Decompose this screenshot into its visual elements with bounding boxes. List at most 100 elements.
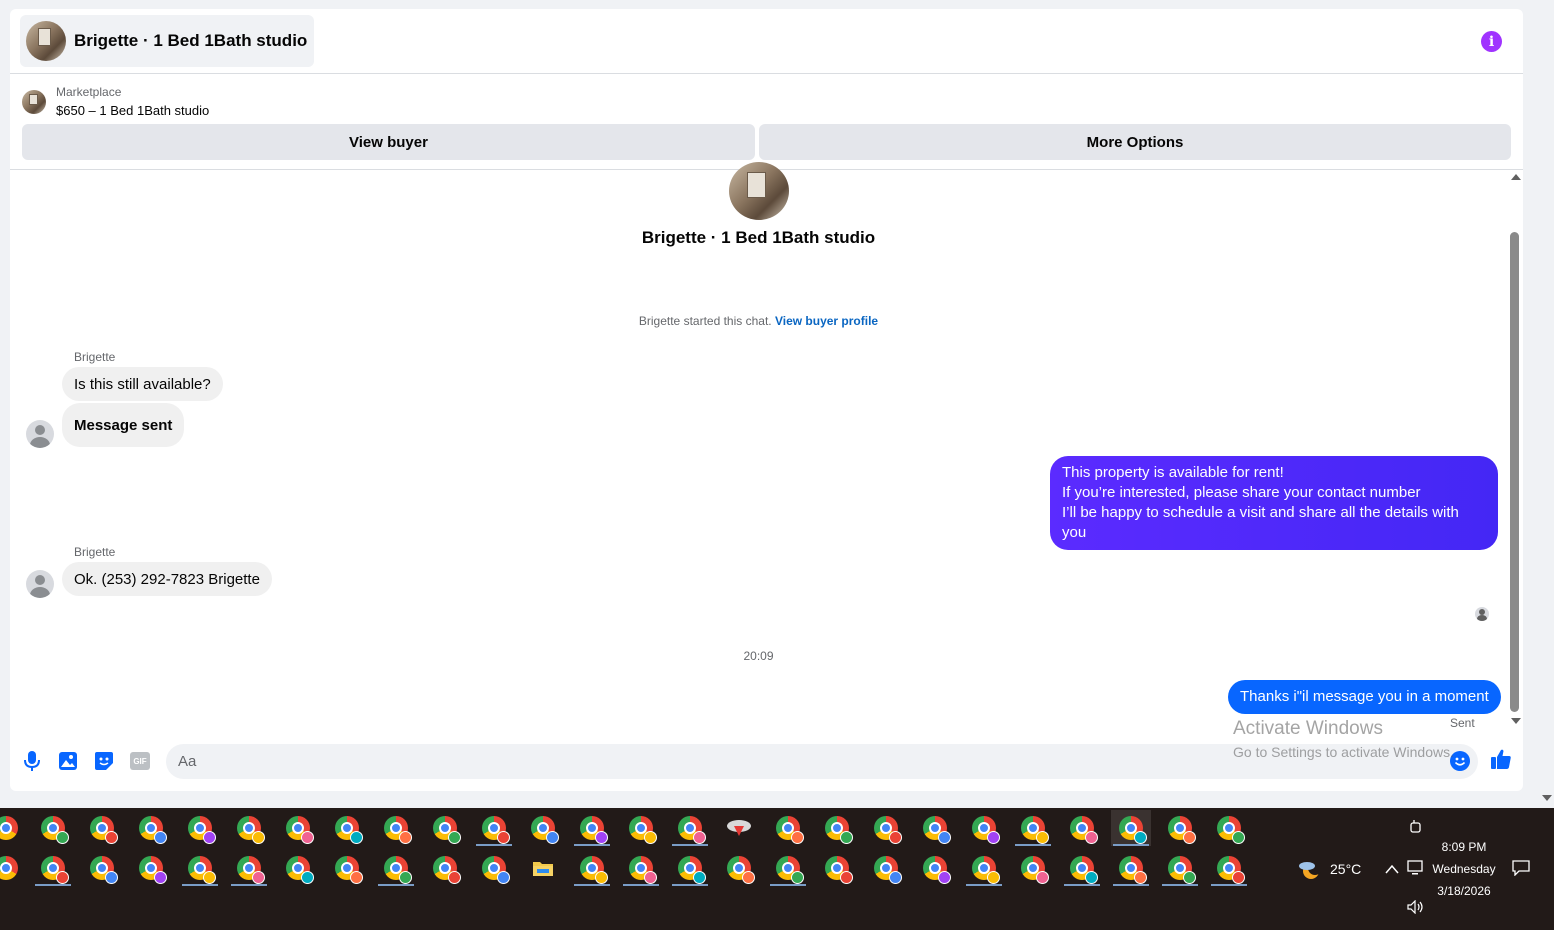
gif-icon[interactable]: GIF [129, 750, 151, 772]
chrome-profile-icon[interactable] [1062, 810, 1102, 846]
photo-icon[interactable] [57, 750, 79, 772]
chrome-profile-icon[interactable] [33, 850, 73, 886]
chrome-profile-icon[interactable] [964, 850, 1004, 886]
chrome-profile-icon[interactable] [278, 850, 318, 886]
profile-badge-icon [595, 831, 608, 844]
show-hidden-icons-chevron-icon[interactable] [1385, 861, 1399, 874]
page-scroll-down-arrow-icon[interactable] [1542, 795, 1552, 801]
clock-day[interactable]: Wednesday [1428, 862, 1500, 876]
chrome-profile-icon[interactable] [1209, 810, 1249, 846]
profile-badge-icon [889, 871, 902, 884]
more-options-button[interactable]: More Options [759, 124, 1511, 160]
scroll-down-arrow-icon[interactable] [1511, 718, 1521, 724]
running-indicator [182, 884, 218, 886]
chrome-profile-icon[interactable] [327, 850, 367, 886]
incoming-message[interactable]: Is this still available? [62, 367, 223, 401]
weather-icon[interactable] [1298, 858, 1322, 880]
chrome-profile-icon[interactable] [376, 810, 416, 846]
chrome-profile-icon[interactable] [131, 810, 171, 846]
chrome-profile-icon[interactable] [180, 850, 220, 886]
thread-scrollbar[interactable] [1507, 170, 1523, 728]
chrome-profile-icon[interactable] [866, 850, 906, 886]
chrome-profile-icon[interactable] [131, 850, 171, 886]
file-explorer-icon[interactable] [523, 850, 563, 886]
meet-now-icon[interactable] [1408, 818, 1424, 836]
view-buyer-button[interactable]: View buyer [22, 124, 755, 160]
microphone-icon[interactable] [21, 750, 43, 772]
chrome-profile-icon[interactable] [572, 850, 612, 886]
view-buyer-profile-link[interactable]: View buyer profile [775, 314, 878, 328]
chrome-profile-icon[interactable] [1013, 810, 1053, 846]
chrome-icon [629, 856, 657, 884]
buyer-avatar [26, 420, 54, 448]
marketplace-listing[interactable]: Marketplace $650 – 1 Bed 1Bath studio [22, 85, 209, 118]
chrome-profile-icon[interactable] [474, 810, 514, 846]
message-input[interactable] [178, 744, 1438, 779]
chrome-profile-icon[interactable] [82, 810, 122, 846]
chrome-profile-icon[interactable] [376, 850, 416, 886]
chrome-profile-icon[interactable] [670, 810, 710, 846]
message-input-wrapper[interactable] [166, 744, 1478, 779]
chrome-profile-icon[interactable] [327, 810, 367, 846]
chrome-profile-icon[interactable] [474, 850, 514, 886]
chrome-profile-icon[interactable] [425, 850, 465, 886]
volume-icon[interactable] [1407, 899, 1425, 915]
chrome-profile-icon[interactable] [1013, 850, 1053, 886]
chrome-profile-icon[interactable] [1160, 850, 1200, 886]
notifications-icon[interactable] [1512, 860, 1530, 877]
message-composer: GIF [10, 742, 1523, 782]
scroll-thumb[interactable] [1510, 232, 1519, 712]
outgoing-message[interactable]: Thanks i"il message you in a moment [1228, 680, 1501, 714]
chrome-profile-icon[interactable] [964, 810, 1004, 846]
chrome-profile-icon[interactable] [915, 850, 955, 886]
emoji-icon[interactable] [1450, 751, 1470, 771]
chrome-profile-icon[interactable] [229, 810, 269, 846]
chrome-profile-icon[interactable] [1160, 810, 1200, 846]
chrome-profile-icon[interactable] [0, 810, 26, 846]
thumbs-up-icon[interactable] [1490, 748, 1512, 770]
chrome-profile-icon[interactable] [1209, 850, 1249, 886]
profile-badge-icon [840, 831, 853, 844]
chrome-profile-icon[interactable] [1111, 810, 1151, 846]
sticker-icon[interactable] [93, 750, 115, 772]
chrome-profile-icon[interactable] [915, 810, 955, 846]
incoming-message[interactable]: Ok. (253) 292-7823 Brigette [62, 562, 272, 596]
incoming-message[interactable]: Message sent [62, 403, 185, 447]
network-icon[interactable] [1407, 860, 1425, 876]
chrome-profile-icon[interactable] [180, 810, 220, 846]
clock-date[interactable]: 3/18/2026 [1428, 884, 1500, 898]
chrome-profile-icon[interactable] [621, 810, 661, 846]
scroll-up-arrow-icon[interactable] [1511, 174, 1521, 180]
chrome-profile-icon[interactable] [572, 810, 612, 846]
conversation-title-chip[interactable]: Brigette · 1 Bed 1Bath studio [20, 15, 315, 67]
chrome-profile-icon[interactable] [33, 810, 73, 846]
chrome-profile-icon[interactable] [1062, 850, 1102, 886]
chrome-profile-icon[interactable] [229, 850, 269, 886]
chrome-profile-icon[interactable] [866, 810, 906, 846]
clock-time[interactable]: 8:09 PM [1428, 840, 1500, 854]
chrome-profile-icon[interactable] [719, 850, 759, 886]
chrome-profile-icon[interactable] [523, 810, 563, 846]
message-line: This property is available for rent! [1062, 464, 1284, 481]
chrome-profile-icon[interactable] [1111, 850, 1151, 886]
chrome-profile-icon[interactable] [278, 810, 318, 846]
weather-temperature[interactable]: 25°C [1330, 861, 1361, 877]
running-indicator [966, 884, 1002, 886]
running-indicator [1162, 884, 1198, 886]
chrome-profile-icon[interactable] [768, 850, 808, 886]
chrome-profile-icon[interactable] [425, 810, 465, 846]
running-indicator [770, 884, 806, 886]
outgoing-message-multiline[interactable]: This property is available for rent! If … [1050, 456, 1498, 550]
chrome-profile-icon[interactable] [0, 850, 26, 886]
chrome-icon [1021, 856, 1049, 884]
profile-badge-icon [1036, 831, 1049, 844]
chrome-profile-icon[interactable] [82, 850, 122, 886]
chrome-profile-icon[interactable] [817, 810, 857, 846]
chrome-profile-icon[interactable] [768, 810, 808, 846]
chrome-profile-icon[interactable] [817, 850, 857, 886]
chrome-profile-icon[interactable] [670, 850, 710, 886]
chrome-profile-icon[interactable] [621, 850, 661, 886]
info-icon[interactable]: i [1481, 31, 1502, 52]
taskbar-app-icon[interactable] [719, 810, 759, 846]
message-line: I’ll be happy to schedule a visit and sh… [1062, 504, 1459, 541]
